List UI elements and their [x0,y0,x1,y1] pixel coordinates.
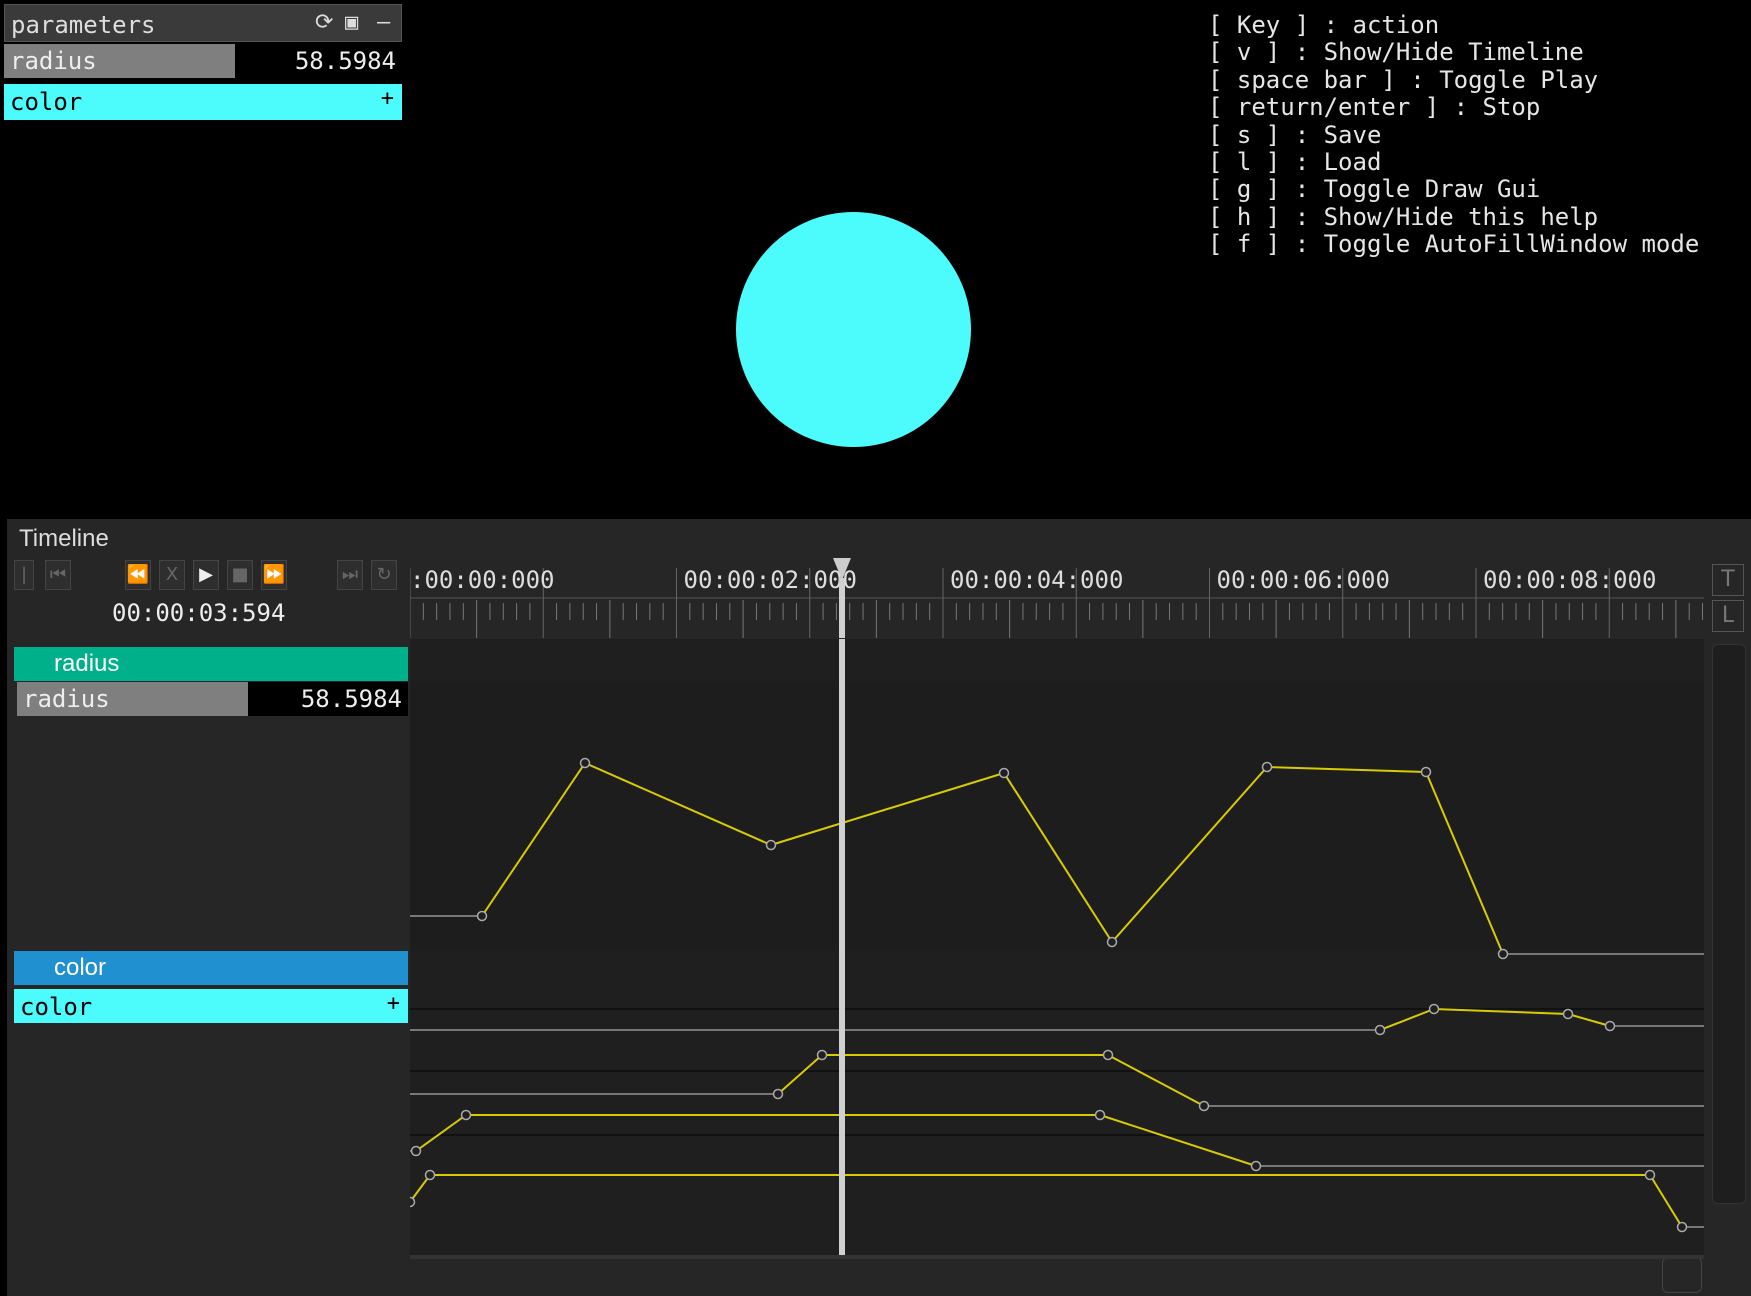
radius-slider-value: 58.5984 [294,47,396,75]
radius-slider[interactable]: radius 58.5984 [4,44,402,78]
help-line: [ Key ] : action [1208,11,1440,39]
horizontal-scrollbar[interactable] [410,1255,1704,1259]
help-line: [ l ] : Load [1208,148,1382,177]
help-line: [ s ] : Save [1208,120,1382,149]
color-picker-toggle[interactable]: color + [4,84,402,120]
keyframe[interactable] [1562,1008,1574,1020]
radius-track-slider[interactable]: radius 58.5984 [17,682,408,716]
radius-track-header[interactable]: radius [14,647,408,681]
keyframe[interactable] [772,1088,784,1100]
radius-slider-label: radius [10,47,97,75]
keyframe[interactable] [1644,1169,1656,1181]
keyframe[interactable] [816,1049,828,1061]
minimize-icon[interactable]: – [377,10,390,35]
keyframe[interactable] [998,767,1010,779]
help-line: [ h ] : Show/Hide this help [1208,202,1599,231]
radius-track-slider-value: 58.5984 [300,685,402,713]
ruler-label: 00:00:02:000 [684,566,857,594]
timeline-panel: Timeline | ⏮ ⏪ X ▶ ■ ⏩ ⏭ ↻ 00:00:03:594 … [7,519,1751,1296]
ruler-label: :00:00:000 [410,566,555,594]
radius-track-title: radius [54,650,120,677]
loop-icon[interactable]: ↻ [371,560,397,590]
stop-icon[interactable]: ■ [227,560,253,590]
keyframe[interactable] [1106,936,1118,948]
color-track-swatch-label: color [20,993,93,1021]
ruler-label: 00:00:04:000 [950,566,1123,594]
keyframe[interactable] [1102,1049,1114,1061]
vertical-scrollbar[interactable] [1712,644,1746,1204]
circle-shape [736,212,971,447]
toggle-t-button[interactable]: T [1712,564,1744,596]
x-icon[interactable]: X [159,560,185,590]
help-line: [ v ] : Show/Hide Timeline [1208,38,1584,67]
color-track-title: color [54,954,107,981]
save-icon[interactable]: ▣ [345,10,358,35]
keyframe[interactable] [410,1145,422,1157]
go-end-icon[interactable]: ⏭ [337,560,363,590]
help-line: [ space bar ] : Toggle Play [1208,65,1599,94]
color-track-header[interactable]: color [14,951,408,985]
radius-track-slider-label: radius [23,685,110,713]
keyframe[interactable] [1198,1100,1210,1112]
keyframe[interactable] [1094,1109,1106,1121]
keyframe[interactable] [1374,1024,1386,1036]
expand-plus-icon[interactable]: + [381,86,394,111]
keyframe[interactable] [1250,1160,1262,1172]
parameters-title: parameters [11,11,156,39]
keyframe[interactable] [1497,948,1509,960]
keyframe[interactable] [460,1109,472,1121]
time-ruler[interactable]: :00:00:000 00:00:02:000 00:00:04:000 00:00:… [410,558,1704,638]
parameters-header[interactable]: parameters ⟳ ▣ – [4,4,402,42]
parameters-panel: parameters ⟳ ▣ – radius 58.5984 color + [4,4,402,120]
go-start-icon[interactable]: | [14,560,34,590]
keyframe[interactable] [1676,1221,1688,1233]
keyboard-help: [ Key ] : action[ v ] : Show/Hide Timeli… [1208,11,1700,259]
help-line: [ g ] : Toggle Draw Gui [1208,175,1541,204]
fast-forward-icon[interactable]: ⏩ [261,560,287,590]
keyframe[interactable] [476,910,488,922]
toggle-l-button[interactable]: L [1712,600,1744,632]
keyframe[interactable] [424,1169,436,1181]
step-back-icon[interactable]: ⏮ [45,560,71,590]
keyframe[interactable] [1420,766,1432,778]
keyframe[interactable] [579,757,591,769]
help-line: [ return/enter ] : Stop [1208,93,1541,122]
keyframe[interactable] [765,839,777,851]
timeline-title: Timeline [19,525,109,552]
keyframe-graph[interactable] [410,639,1704,1259]
color-label: color [10,88,83,116]
zoom-handle[interactable] [1662,1257,1702,1293]
color-track-swatch[interactable]: color + [14,989,408,1023]
play-icon[interactable]: ▶ [193,560,219,590]
refresh-icon[interactable]: ⟳ [315,10,333,35]
keyframe[interactable] [1261,761,1273,773]
timeline-clock: 00:00:03:594 [112,599,286,627]
rewind-icon[interactable]: ⏪ [125,560,151,590]
keyframe[interactable] [1604,1020,1616,1032]
color-track-plus-icon[interactable]: + [387,991,400,1016]
ruler-label: 00:00:08:000 [1483,566,1656,594]
ruler-label: 00:00:06:000 [1217,566,1390,594]
help-line: [ f ] : Toggle AutoFillWindow mode [1208,230,1700,259]
keyframe[interactable] [1428,1003,1440,1015]
keyframe[interactable] [410,1196,416,1208]
